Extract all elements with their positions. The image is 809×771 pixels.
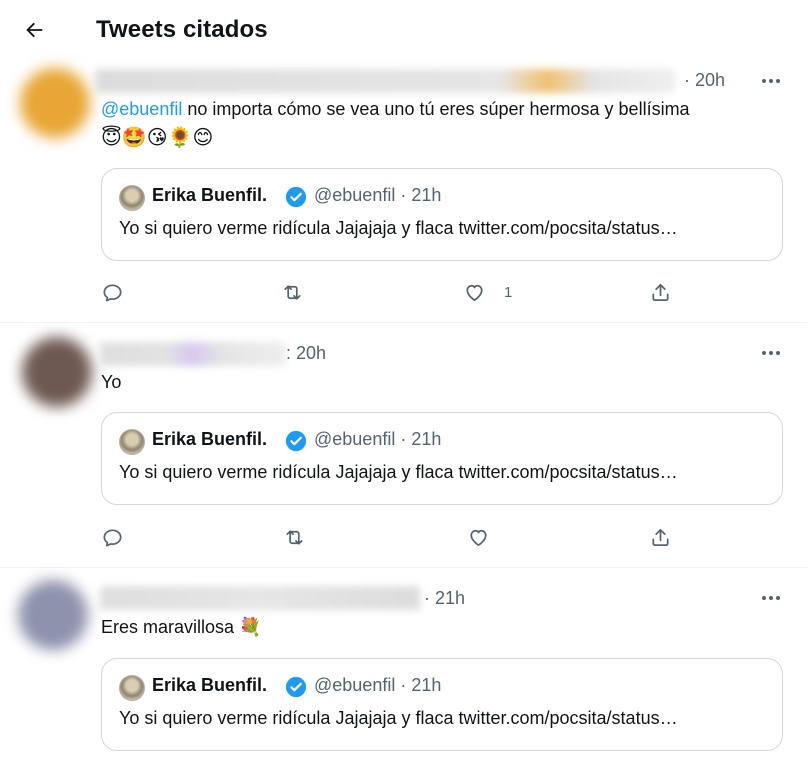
tweet-text: Eres maravillosa 💐 — [101, 617, 262, 637]
like-button[interactable]: 1 — [463, 277, 512, 307]
mention-link[interactable]: @ebuenfil — [101, 99, 182, 119]
quoted-tweet-text: Yo si quiero verme ridícula Jajajaja y f… — [119, 462, 678, 482]
tweet[interactable]: · 20h @ebuenfil no importa cómo se vea u… — [0, 62, 807, 323]
more-options-button[interactable] — [756, 343, 786, 363]
tweet[interactable]: : 20h Yo Erika Buenfil. @ebuenfil · 21h … — [0, 323, 807, 568]
back-button[interactable] — [18, 14, 50, 46]
reply-button[interactable] — [101, 277, 124, 307]
more-options-button[interactable] — [756, 71, 786, 91]
tweet-timestamp[interactable]: : 20h — [286, 343, 326, 364]
heart-icon — [466, 284, 483, 301]
share-icon — [652, 528, 669, 546]
tweet-actions: 1 — [101, 277, 681, 307]
quoted-tweet-card[interactable]: Erika Buenfil. @ebuenfil · 21h Yo si qui… — [101, 168, 783, 261]
retweet-icon — [286, 529, 303, 545]
tweet[interactable]: · 21h Eres maravillosa 💐 Erika Buenfil. … — [0, 568, 807, 771]
author-name-blurred[interactable] — [100, 586, 420, 610]
reply-icon — [103, 283, 122, 302]
quoted-handle-time: @ebuenfil · 21h — [314, 429, 442, 449]
quoted-tweet-text: Yo si quiero verme ridícula Jajajaja y f… — [119, 218, 678, 238]
tweet-text: Yo — [101, 372, 122, 392]
retweet-button[interactable] — [281, 277, 304, 307]
retweet-button[interactable] — [283, 522, 306, 552]
page-title: Tweets citados — [96, 16, 268, 43]
retweet-icon — [284, 284, 301, 300]
quoted-author-name[interactable]: Erika Buenfil. — [152, 429, 267, 450]
avatar[interactable] — [22, 337, 92, 407]
quoted-tweet-card[interactable]: Erika Buenfil. @ebuenfil · 21h Yo si qui… — [101, 412, 783, 505]
tweet-actions — [101, 522, 681, 552]
share-button[interactable] — [649, 522, 672, 552]
verified-badge-icon — [285, 676, 307, 698]
tweet-timestamp[interactable]: · 20h — [684, 70, 725, 91]
quoted-avatar[interactable] — [119, 429, 145, 455]
more-options-button[interactable] — [756, 588, 786, 608]
verified-badge-icon — [285, 186, 307, 208]
author-name-blurred[interactable] — [95, 69, 675, 93]
heart-icon — [470, 529, 487, 546]
avatar[interactable] — [18, 580, 88, 650]
page-header: Tweets citados — [0, 0, 809, 62]
reply-button[interactable] — [101, 522, 124, 552]
quoted-author-name[interactable]: Erika Buenfil. — [152, 675, 267, 696]
tweet-text: @ebuenfil no importa cómo se vea uno tú … — [101, 99, 690, 119]
reply-icon — [103, 528, 122, 547]
quoted-avatar[interactable] — [119, 675, 145, 701]
avatar[interactable] — [20, 68, 90, 138]
quoted-tweet-card[interactable]: Erika Buenfil. @ebuenfil · 21h Yo si qui… — [101, 658, 783, 751]
share-icon — [652, 283, 669, 301]
quoted-avatar[interactable] — [119, 185, 145, 211]
like-button[interactable] — [467, 522, 508, 552]
quoted-handle-time: @ebuenfil · 21h — [314, 185, 442, 205]
like-count: 1 — [504, 283, 513, 301]
tweet-emojis: 😇🤩😘🌻😊 — [101, 125, 214, 149]
quoted-author-name[interactable]: Erika Buenfil. — [152, 185, 267, 206]
tweet-timestamp[interactable]: · 21h — [424, 588, 465, 609]
verified-badge-icon — [285, 430, 307, 452]
arrow-left-icon — [26, 22, 43, 38]
quoted-handle-time: @ebuenfil · 21h — [314, 675, 442, 695]
share-button[interactable] — [649, 277, 672, 307]
author-name-blurred[interactable] — [100, 342, 286, 366]
quoted-tweet-text: Yo si quiero verme ridícula Jajajaja y f… — [119, 708, 678, 728]
